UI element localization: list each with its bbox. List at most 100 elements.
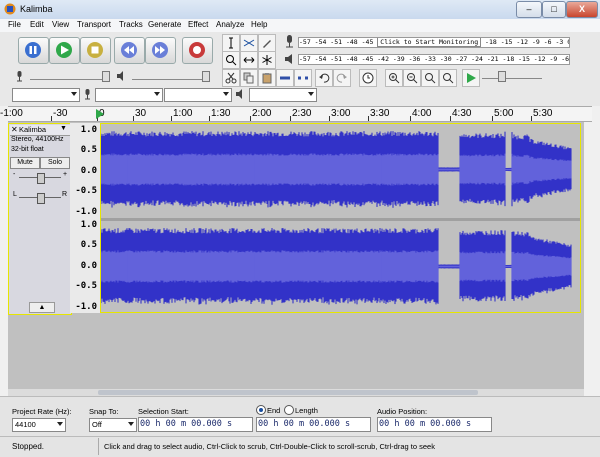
time-shift-tool[interactable] xyxy=(240,51,258,69)
solo-button[interactable]: Solo xyxy=(40,157,70,169)
envelope-tool[interactable] xyxy=(240,34,258,52)
record-button[interactable] xyxy=(182,37,213,64)
sync-lock-button[interactable] xyxy=(359,69,377,87)
redo-icon xyxy=(336,73,347,83)
menu-edit[interactable]: Edit xyxy=(30,20,44,29)
output-volume-slider[interactable] xyxy=(132,71,210,82)
pan-slider-thumb[interactable] xyxy=(37,193,45,204)
audio-host-select[interactable] xyxy=(12,88,80,102)
minimize-button[interactable]: – xyxy=(516,1,542,18)
menu-view[interactable]: View xyxy=(52,20,69,29)
menu-help[interactable]: Help xyxy=(251,20,267,29)
waveform-display[interactable] xyxy=(100,123,581,313)
recording-device-select[interactable] xyxy=(95,88,163,102)
waveform-channel-left[interactable] xyxy=(100,131,572,208)
track-control-panel[interactable]: ✕ Kalimba ▼ Stereo, 44100Hz 32-bit float… xyxy=(8,123,72,315)
selection-start-time[interactable]: 00 h 00 m 00.000 s xyxy=(138,417,253,432)
ruler-label: 1:00 xyxy=(173,108,193,119)
track-menu-arrow-icon[interactable]: ▼ xyxy=(60,125,67,132)
snap-to-select[interactable]: Off xyxy=(89,418,137,432)
waveform-channel-right[interactable] xyxy=(100,228,572,305)
menu-generate[interactable]: Generate xyxy=(148,20,181,29)
input-volume-slider[interactable] xyxy=(30,71,110,82)
input-volume-thumb[interactable] xyxy=(102,71,110,82)
status-bar: Stopped. Click and drag to select audio,… xyxy=(0,436,600,457)
amp-label-top-1: 1.0 xyxy=(80,125,97,135)
maximize-button[interactable]: □ xyxy=(542,1,566,18)
ruler-tick xyxy=(329,116,330,121)
stop-button[interactable] xyxy=(80,37,111,64)
track-name-bar[interactable]: ✕ Kalimba ▼ xyxy=(10,125,70,136)
horizontal-scroll-thumb[interactable] xyxy=(98,390,478,395)
length-radio[interactable] xyxy=(284,405,294,415)
selection-end-time[interactable]: 00 h 00 m 00.000 s xyxy=(256,417,371,432)
ruler-tick xyxy=(368,116,369,121)
multi-tool[interactable] xyxy=(258,51,276,69)
menu-file[interactable]: File xyxy=(8,20,21,29)
ruler-tick xyxy=(492,116,493,121)
fit-selection-button[interactable] xyxy=(421,69,439,87)
silence-button[interactable] xyxy=(294,69,312,87)
skip-to-start-button[interactable] xyxy=(114,37,145,64)
play-speed-slider[interactable] xyxy=(482,71,542,82)
amp-label-bot-1: 1.0 xyxy=(80,220,97,230)
trim-button[interactable] xyxy=(276,69,294,87)
recording-device-mic-icon xyxy=(85,89,90,100)
fit-project-icon xyxy=(443,73,454,84)
draw-tool[interactable] xyxy=(258,34,276,52)
end-radio[interactable] xyxy=(256,405,266,415)
playback-device-select[interactable] xyxy=(249,88,317,102)
clock-icon xyxy=(362,72,374,84)
horizontal-scrollbar[interactable] xyxy=(8,389,584,396)
gain-slider-thumb[interactable] xyxy=(37,173,45,184)
zoom-tool[interactable] xyxy=(222,51,240,69)
menu-analyze[interactable]: Analyze xyxy=(216,20,244,29)
selection-tool[interactable] xyxy=(222,34,240,52)
cut-button[interactable] xyxy=(222,69,240,87)
audio-position-time[interactable]: 00 h 00 m 00.000 s xyxy=(377,417,492,432)
ruler-label: 3:00 xyxy=(331,108,351,119)
undo-button[interactable] xyxy=(315,69,333,87)
project-rate-label: Project Rate (Hz): xyxy=(12,407,72,416)
playback-meter[interactable]: -57 -54 -51 -48 -45 -42 -39 -36 -33 -30 … xyxy=(298,54,570,65)
collapse-track-button[interactable]: ▲ xyxy=(29,302,55,313)
menu-effect[interactable]: Effect xyxy=(188,20,208,29)
undo-icon xyxy=(319,73,330,83)
project-rate-select[interactable]: 44100 xyxy=(12,418,66,432)
pause-button[interactable] xyxy=(18,37,49,64)
track-format-info: Stereo, 44100Hz xyxy=(11,136,64,143)
mute-button[interactable]: Mute xyxy=(10,157,40,169)
redo-button[interactable] xyxy=(333,69,351,87)
ruler-label: -1:00 xyxy=(0,108,23,119)
close-button[interactable]: X xyxy=(566,1,598,18)
pan-left-label: L xyxy=(13,191,17,198)
play-at-speed-button[interactable] xyxy=(462,69,480,87)
play-speed-thumb[interactable] xyxy=(498,71,506,82)
track-close-button[interactable]: ✕ xyxy=(11,125,18,134)
gain-plus-label: + xyxy=(63,171,68,178)
zoom-out-button[interactable] xyxy=(403,69,421,87)
track-sample-format: 32-bit float xyxy=(11,146,44,153)
ruler-tick xyxy=(450,116,451,121)
skip-to-end-button[interactable] xyxy=(145,37,176,64)
pan-slider[interactable] xyxy=(19,193,61,204)
zoom-in-button[interactable] xyxy=(385,69,403,87)
menu-tracks[interactable]: Tracks xyxy=(119,20,143,29)
status-divider xyxy=(98,438,99,455)
output-volume-thumb[interactable] xyxy=(202,71,210,82)
menu-transport[interactable]: Transport xyxy=(77,20,111,29)
fit-project-button[interactable] xyxy=(439,69,457,87)
gain-slider[interactable] xyxy=(19,173,61,184)
recording-channels-select[interactable] xyxy=(164,88,232,102)
playback-device-speaker-icon xyxy=(236,89,242,99)
title-bar: Kalimba – □ X xyxy=(0,0,600,20)
copy-button[interactable] xyxy=(240,69,258,87)
trim-icon xyxy=(280,76,290,80)
envelope-icon xyxy=(243,39,255,47)
play-button[interactable] xyxy=(49,37,80,64)
paste-button[interactable] xyxy=(258,69,276,87)
ruler-label: 2:00 xyxy=(252,108,272,119)
record-meter[interactable]: -57 -54 -51 -48 -45 Click to Start Monit… xyxy=(298,37,570,48)
track-name: Kalimba xyxy=(19,125,47,134)
start-monitoring-prompt[interactable]: Click to Start Monitoring xyxy=(377,38,482,47)
